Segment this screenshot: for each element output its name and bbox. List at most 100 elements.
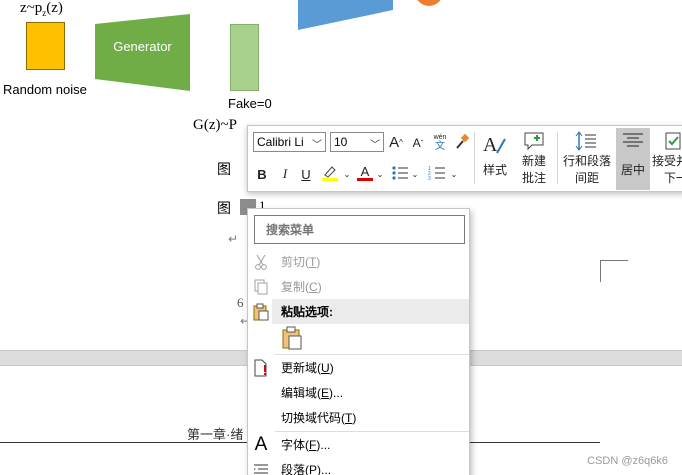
- paste-options-heading: 粘贴选项:: [272, 299, 469, 324]
- z-label-text: z~p: [20, 0, 43, 16]
- font-menu-label: 字体: [281, 438, 306, 452]
- copy-label: 复制: [281, 280, 306, 294]
- output-circle: [415, 0, 443, 6]
- generator-shape: Generator: [95, 14, 190, 91]
- edit-field-label: 编辑域: [281, 386, 318, 400]
- fragment-text: 6: [237, 295, 244, 310]
- font-color-dropdown[interactable]: ⌄: [376, 166, 384, 182]
- new-comment-label: 新建 批注: [518, 153, 550, 187]
- grow-font-button[interactable]: A ^: [388, 132, 404, 152]
- new-comment-line-2: 批注: [521, 171, 546, 185]
- shrink-font-button[interactable]: Aˇ: [410, 134, 426, 152]
- paste-options-icon-cell: [248, 299, 274, 324]
- random-noise-box: [26, 22, 65, 70]
- gz-label-text: G(z)~P: [193, 117, 237, 133]
- accept-icon: [665, 132, 681, 150]
- line-spacing-line-2: 间距: [574, 171, 599, 185]
- grow-font-icon: A: [389, 133, 400, 151]
- toggle-field-codes-menu-item[interactable]: 切换域代码(T): [248, 405, 469, 430]
- shrink-font-icon: A: [412, 136, 421, 150]
- line-spacing-icon: [575, 131, 596, 151]
- paragraph-menu-item[interactable]: 段落(P)...: [248, 457, 469, 475]
- copy-icon: [248, 279, 274, 295]
- gz-distribution-label: G(z)~P: [193, 117, 237, 134]
- svg-text:A: A: [483, 134, 498, 156]
- bullet-list-icon: [392, 166, 408, 180]
- italic-button[interactable]: I: [278, 165, 292, 183]
- fake-label: Fake=0: [228, 96, 272, 111]
- figure-caption-1[interactable]: 图: [217, 159, 231, 179]
- generator-label: Generator: [113, 39, 172, 54]
- cut-shortcut: T: [309, 255, 317, 269]
- new-comment-button[interactable]: [522, 130, 546, 152]
- highlight-dropdown[interactable]: ⌄: [343, 166, 351, 182]
- clipboard-icon: [248, 303, 274, 321]
- numbering-dropdown[interactable]: ⌄: [450, 166, 458, 182]
- font-name-value: Calibri Li: [257, 135, 304, 149]
- toggle-field-shortcut: T: [345, 411, 353, 425]
- figure-caption-2[interactable]: 图: [217, 198, 231, 218]
- keep-text-only-paste-button[interactable]: [281, 326, 303, 350]
- z-label-tail: (z): [46, 0, 63, 16]
- font-menu-item[interactable]: A 字体(F)...: [248, 432, 469, 457]
- footer-chapter-text: 第一章·绪: [187, 427, 244, 442]
- numbering-button[interactable]: 123: [427, 163, 447, 183]
- context-menu: 剪切(T) 复制(C) 粘贴选项: 更新域(U) 编辑域(E)... 切: [247, 208, 470, 475]
- styles-icon: A: [483, 134, 506, 156]
- accept-next-button[interactable]: [663, 130, 682, 152]
- phonetic-bottom: 文: [435, 141, 445, 152]
- highlight-button[interactable]: [319, 163, 341, 183]
- toggle-field-label: 切换域代码: [281, 411, 342, 425]
- bullets-button[interactable]: [390, 163, 410, 183]
- comment-icon: [524, 132, 544, 151]
- bold-button[interactable]: B: [255, 165, 269, 183]
- line-spacing-button[interactable]: [574, 130, 598, 152]
- line-spacing-line-1: 行和段落: [562, 154, 611, 168]
- page-margin-marker: [600, 260, 628, 282]
- update-field-shortcut: U: [321, 361, 330, 375]
- numbered-list-icon: 123: [428, 166, 445, 181]
- scissors-icon: [248, 254, 274, 270]
- font-color-button[interactable]: A: [355, 163, 375, 183]
- accept-next-label: 接受并 下一: [652, 153, 682, 187]
- paintbrush-icon: [456, 134, 470, 149]
- cut-label: 剪切: [281, 255, 306, 269]
- font-color-icon: A: [360, 164, 370, 179]
- font-size-value: 10: [334, 135, 348, 149]
- phonetic-guide-button[interactable]: wén 文: [431, 131, 449, 153]
- edit-field-shortcut: E: [321, 386, 330, 400]
- svg-text:3: 3: [428, 176, 431, 181]
- z-distribution-label: z~pz(z): [20, 0, 63, 18]
- copy-menu-item[interactable]: 复制(C): [248, 274, 469, 299]
- bullets-dropdown[interactable]: ⌄: [411, 166, 419, 182]
- update-field-menu-item[interactable]: 更新域(U): [248, 355, 469, 380]
- align-center-icon: [623, 133, 643, 147]
- font-size-select[interactable]: 10 ﹀: [330, 132, 384, 152]
- watermark-text: CSDN @z6q6k6: [587, 455, 668, 467]
- underline-button[interactable]: U: [299, 165, 313, 183]
- paragraph-menu-shortcut: P: [309, 463, 318, 475]
- mini-toolbar: Calibri Li ﹀ 10 ﹀ A ^ Aˇ wén 文 B I U ⌄ A …: [247, 125, 682, 192]
- format-painter-button[interactable]: [453, 132, 471, 152]
- styles-button[interactable]: A: [481, 130, 509, 158]
- search-menu-input[interactable]: [254, 215, 465, 244]
- edit-field-menu-item[interactable]: 编辑域(E)...: [248, 380, 469, 405]
- cut-menu-item[interactable]: 剪切(T): [248, 249, 469, 274]
- copy-shortcut: C: [309, 280, 318, 294]
- center-align-label: 居中: [620, 163, 645, 177]
- chevron-down-icon: ﹀: [312, 140, 322, 151]
- font-name-select[interactable]: Calibri Li ﹀: [253, 132, 326, 152]
- accept-next-line-1: 接受并: [652, 154, 682, 168]
- paragraph-menu-label: 段落: [281, 463, 306, 475]
- styles-label: 样式: [482, 163, 507, 177]
- update-field-icon: [248, 359, 274, 377]
- chevron-down-icon: ﹀: [370, 140, 380, 151]
- font-a-icon: A: [254, 433, 268, 455]
- highlighter-icon: [322, 166, 338, 181]
- center-align-button[interactable]: 居中: [616, 128, 650, 190]
- paragraph-icon: [248, 463, 274, 475]
- font-menu-shortcut: F: [309, 438, 317, 452]
- update-field-label: 更新域: [281, 361, 318, 375]
- line-spacing-label: 行和段落 间距: [561, 153, 613, 187]
- font-color-swatch: [357, 178, 373, 181]
